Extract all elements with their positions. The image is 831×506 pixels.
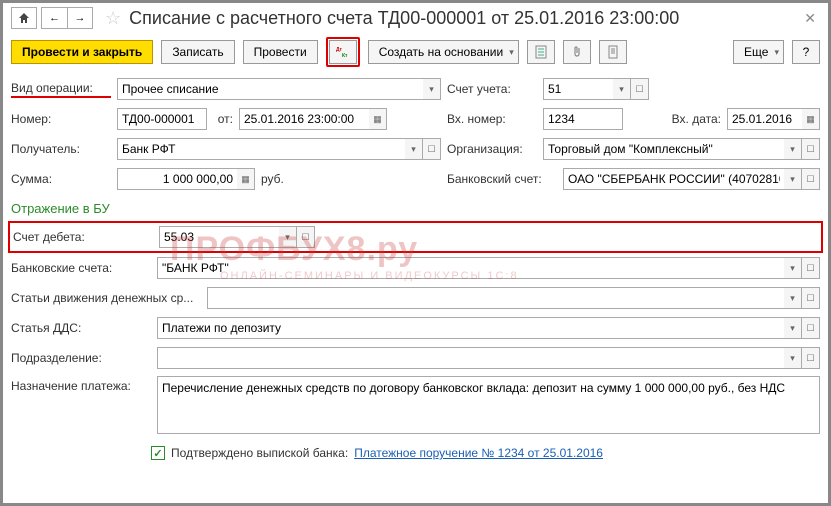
org-open-icon[interactable]: ☐ [802,138,820,160]
debit-dropdown-icon[interactable]: ▾ [279,226,297,248]
home-button[interactable] [11,7,37,29]
payee-dropdown-icon[interactable]: ▾ [405,138,423,160]
bank-accounts-dropdown-icon[interactable]: ▾ [784,257,802,279]
purpose-textarea[interactable] [157,376,820,434]
account-dropdown-icon[interactable]: ▾ [613,78,631,100]
division-label: Подразделение: [11,351,151,365]
favorite-star-icon[interactable]: ☆ [105,8,121,29]
bank-accounts-label: Банковские счета: [11,261,151,275]
save-button[interactable]: Записать [161,40,234,64]
payment-order-link[interactable]: Платежное поручение № 1234 от 25.01.2016 [354,446,603,460]
create-based-on-button[interactable]: Создать на основании [368,40,519,64]
bank-accounts-open-icon[interactable]: ☐ [802,257,820,279]
bank-acct-open-icon[interactable]: ☐ [802,168,820,190]
bank-acct-input[interactable] [563,168,784,190]
dds-input[interactable] [157,317,784,339]
org-dropdown-icon[interactable]: ▾ [784,138,802,160]
date-label: от: [213,112,233,126]
svg-text:Кт: Кт [342,53,348,58]
sum-input[interactable] [117,168,237,190]
debit-open-icon[interactable]: ☐ [297,226,315,248]
ext-date-input[interactable] [727,108,802,130]
date-input[interactable] [239,108,369,130]
ext-num-label: Вх. номер: [447,112,537,126]
dds-label: Статья ДДС: [11,321,151,335]
account-input[interactable] [543,78,613,100]
cash-flow-items-input[interactable] [207,287,784,309]
date-calendar-icon[interactable]: ▦ [369,108,387,130]
titlebar: ← → ☆ Списание с расчетного счета ТД00-0… [11,7,820,29]
cash-flow-open-icon[interactable]: ☐ [802,287,820,309]
division-open-icon[interactable]: ☐ [802,347,820,369]
more-button[interactable]: Еще [733,40,784,64]
debit-input[interactable] [159,226,279,248]
payee-open-icon[interactable]: ☐ [423,138,441,160]
division-dropdown-icon[interactable]: ▾ [784,347,802,369]
close-icon[interactable]: ✕ [800,8,820,29]
payee-label: Получатель: [11,142,111,156]
number-input[interactable] [117,108,207,130]
dds-open-icon[interactable]: ☐ [802,317,820,339]
cash-flow-items-label: Статьи движения денежных ср... [11,291,201,305]
dds-dropdown-icon[interactable]: ▾ [784,317,802,339]
forward-button[interactable]: → [67,7,93,29]
debit-label: Счет дебета: [13,230,153,244]
confirmed-checkbox[interactable]: ✓ [151,446,165,460]
confirmed-label: Подтверждено выпиской банка: [171,446,348,460]
toolbar: Провести и закрыть Записать Провести ДтК… [11,37,820,67]
ext-num-input[interactable] [543,108,623,130]
currency-label: руб. [261,172,284,186]
org-label: Организация: [447,142,537,156]
post-and-close-button[interactable]: Провести и закрыть [11,40,153,64]
dt-kt-button[interactable]: ДтКт [329,40,357,64]
window-title: Списание с расчетного счета ТД00-000001 … [129,8,796,29]
bank-acct-label: Банковский счет: [447,172,557,186]
bu-section-title: Отражение в БУ [11,201,820,216]
sum-calc-icon[interactable]: ▦ [237,168,255,190]
op-type-label: Вид операции: [11,81,111,98]
cash-flow-dropdown-icon[interactable]: ▾ [784,287,802,309]
org-input[interactable] [543,138,784,160]
division-input[interactable] [157,347,784,369]
number-label: Номер: [11,112,111,126]
ext-date-calendar-icon[interactable]: ▦ [802,108,820,130]
report-button[interactable] [527,40,555,64]
bank-acct-dropdown-icon[interactable]: ▾ [784,168,802,190]
ext-date-label: Вх. дата: [629,112,721,126]
purpose-label: Назначение платежа: [11,376,151,393]
op-type-dropdown-icon[interactable]: ▾ [423,78,441,100]
dt-kt-highlight: ДтКт [326,37,360,67]
post-button[interactable]: Провести [243,40,318,64]
sum-label: Сумма: [11,172,111,186]
help-button[interactable]: ? [792,40,820,64]
op-type-input[interactable] [117,78,423,100]
account-open-icon[interactable]: ☐ [631,78,649,100]
print-button[interactable] [599,40,627,64]
account-label: Счет учета: [447,82,537,96]
bank-accounts-input[interactable] [157,257,784,279]
back-button[interactable]: ← [41,7,67,29]
attachment-button[interactable] [563,40,591,64]
payee-input[interactable] [117,138,405,160]
